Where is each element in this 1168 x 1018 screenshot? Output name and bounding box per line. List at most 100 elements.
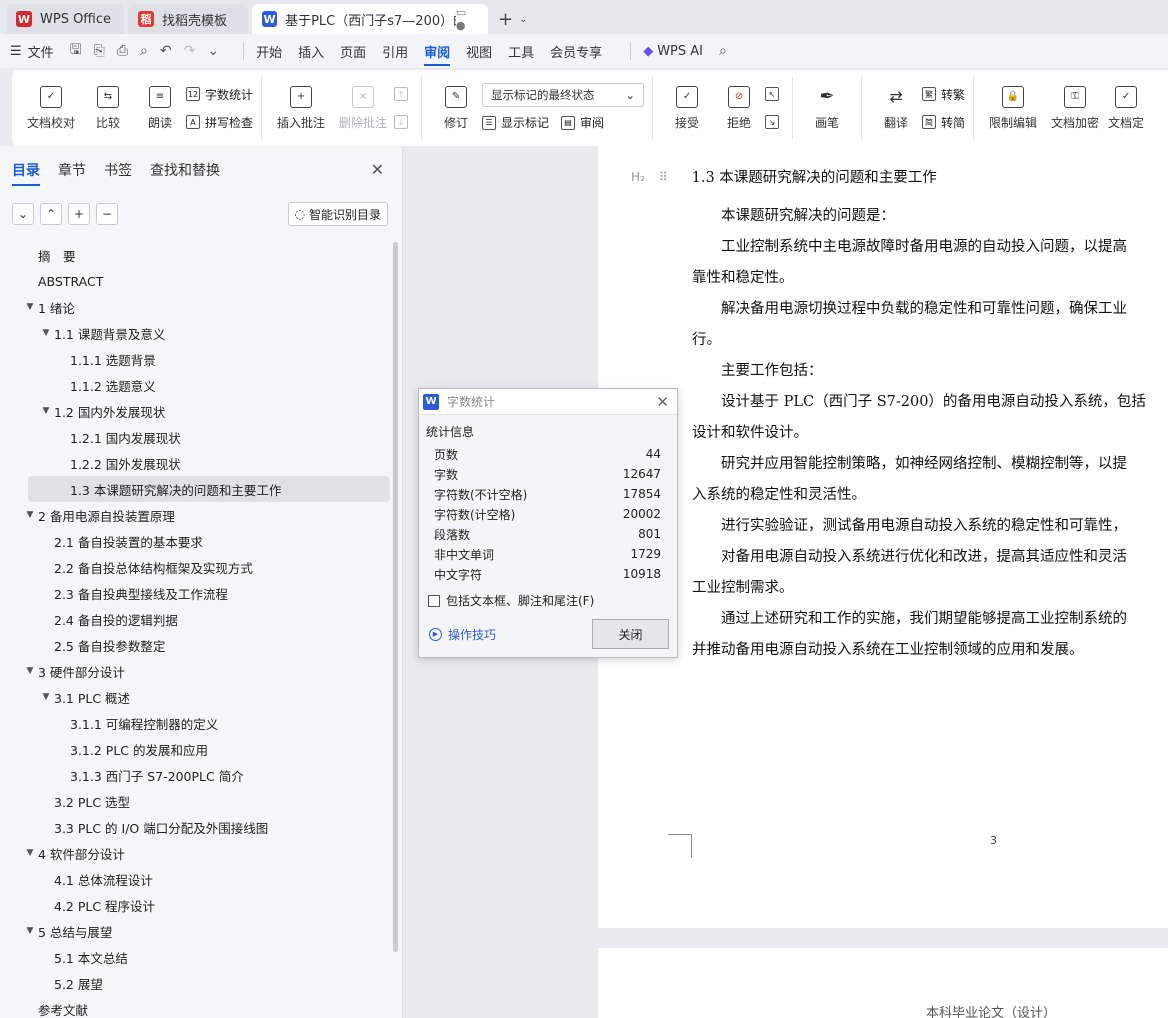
toc-item[interactable]: 3.1.3 西门子 S7-200PLC 简介 [0,762,392,788]
toc-item[interactable]: 3.2 PLC 选型 [0,788,392,814]
next-document-page[interactable] [598,948,1168,1018]
markup-state-dropdown[interactable]: 显示标记的最终状态 ⌄ [482,82,645,107]
toc-item[interactable]: ▼ 2 备用电源自投装置原理 [0,502,392,528]
toc-scrollbar[interactable] [393,242,398,952]
to-traditional-button[interactable]: 繁转繁 [922,83,965,105]
expand-caret-icon[interactable]: ▼ [22,510,38,520]
prev-comment-button[interactable]: ↑ [394,83,413,105]
menu-review[interactable]: 审阅 [424,42,451,66]
menu-references[interactable]: 引用 [382,42,408,61]
delete-comment-button[interactable]: × 删除批注 [332,78,394,138]
close-icon[interactable]: ✕ [656,393,669,411]
toc-item[interactable]: 参考文献 [0,996,392,1018]
undo-icon[interactable]: ↶ [160,43,172,59]
toc-item[interactable]: 5.2 展望 [0,970,392,996]
menu-page[interactable]: 页面 [340,42,366,61]
toc-item[interactable]: 1.3 本课题研究解决的问题和主要工作 [28,476,390,502]
redo-icon[interactable]: ↷ [184,43,196,59]
expand-caret-icon[interactable]: ▼ [22,302,38,312]
prev-change-button[interactable]: ↖ [765,83,784,105]
dialog-titlebar[interactable]: W 字数统计 [419,389,677,415]
toc-item[interactable]: 5.1 本文总结 [0,944,392,970]
tab-wps-office[interactable]: W WPS Office [6,4,124,34]
include-textboxes-checkbox[interactable]: 包括文本框、脚注和尾注(F) [419,584,677,609]
expand-caret-icon[interactable]: ▼ [22,666,38,676]
insert-comment-button[interactable]: + 插入批注 [270,78,332,138]
toc-item[interactable]: 1.2.1 国内发展现状 [0,424,392,450]
next-comment-button[interactable]: ↓ [394,111,413,133]
wps-ai-button[interactable]: ◆ WPS AI [643,44,703,59]
doc-encrypt-button[interactable]: ⚿ 文档加密 [1044,78,1106,138]
menu-tools[interactable]: 工具 [508,42,534,61]
accept-button[interactable]: ✓ 接受 [661,78,713,138]
menu-start[interactable]: 开始 [256,42,282,61]
translate-button[interactable]: ⇄ 翻译 [870,78,922,138]
doc-check-button[interactable]: ✓ 文档校对 [20,78,82,138]
save-icon[interactable]: 🖫 [70,39,82,63]
toc-item[interactable]: ABSTRACT [0,268,392,294]
word-count-button[interactable]: 12 字数统计 [186,83,253,105]
read-aloud-button[interactable]: ≡ 朗读 [134,78,186,138]
new-tab-button[interactable]: + ⌄ [492,4,533,34]
tab-docer-templates[interactable]: 稻 找稻壳模板 [128,4,248,34]
heading-level-marker[interactable]: H₂ [631,170,645,184]
toc-item[interactable]: 1.1.1 选题背景 [0,346,392,372]
nav-tab-find-replace[interactable]: 查找和替换 [150,160,220,180]
compare-button[interactable]: ⇆ 比较 [82,78,134,138]
doc-finalize-button[interactable]: ✓ 文档定 [1106,78,1146,138]
tips-link[interactable]: ▶ 操作技巧 [429,626,496,643]
review-pane-button[interactable]: 审阅 [580,114,604,131]
menu-insert[interactable]: 插入 [298,42,324,61]
toc-item[interactable]: ▼ 4 软件部分设计 [0,840,392,866]
menu-view[interactable]: 视图 [466,42,492,61]
document-page[interactable]: H₂ ⠿ 1.3 本课题研究解决的问题和主要工作 本课题研究解决的问题是： 工业… [598,146,1168,928]
search-icon[interactable]: ⌕ [719,43,727,59]
toc-item[interactable]: 1.2.2 国外发展现状 [0,450,392,476]
expand-caret-icon[interactable]: ▼ [38,406,54,416]
toc-item[interactable]: ▼ 3 硬件部分设计 [0,658,392,684]
toc-item[interactable]: ▼ 3.1 PLC 概述 [0,684,392,710]
expand-caret-icon[interactable]: ▼ [38,692,54,702]
nav-tab-sections[interactable]: 章节 [58,160,86,180]
toc-item[interactable]: ▼ 1.2 国内外发展现状 [0,398,392,424]
tab-dot-icon[interactable]: ▭ ● [456,6,478,32]
expand-caret-icon[interactable]: ▼ [22,848,38,858]
toc-item[interactable]: ▼ 1.1 课题背景及意义 [0,320,392,346]
expand-down-button[interactable]: ⌄ [12,203,34,225]
file-menu[interactable]: ☰ 文件 [10,42,54,61]
print-preview-icon[interactable]: ⌕ [140,43,148,59]
spell-check-button[interactable]: A 拼写检查 [186,111,253,133]
collapse-up-button[interactable]: ⌃ [40,203,62,225]
to-simplified-button[interactable]: 简转简 [922,111,965,133]
toc-item[interactable]: 2.3 备自投典型接线及工作流程 [0,580,392,606]
add-heading-button[interactable]: + [68,203,90,225]
checkbox-box[interactable] [428,594,440,607]
toc-item[interactable]: 摘 要 [0,242,392,268]
toc-item[interactable]: 2.1 备自投装置的基本要求 [0,528,392,554]
expand-caret-icon[interactable]: ▼ [22,926,38,936]
pen-button[interactable]: ✒ 画笔 [801,78,853,138]
toc-item[interactable]: 4.1 总体流程设计 [0,866,392,892]
close-button[interactable]: 关闭 [592,619,669,649]
toc-item[interactable]: 4.2 PLC 程序设计 [0,892,392,918]
drag-handle-icon[interactable]: ⠿ [659,170,668,184]
toc-item[interactable]: 2.2 备自投总体结构框架及实现方式 [0,554,392,580]
toc-item[interactable]: 1.1.2 选题意义 [0,372,392,398]
toc-item[interactable]: 2.4 备自投的逻辑判据 [0,606,392,632]
export-icon[interactable]: ⎘ [94,43,105,59]
print-icon[interactable]: ⎙ [117,43,128,59]
chevron-down-icon[interactable]: ⌄ [207,43,219,59]
reject-button[interactable]: ⊘ 拒绝 [713,78,765,138]
revise-button[interactable]: ✎ 修订 [430,78,482,138]
nav-tab-bookmarks[interactable]: 书签 [104,160,132,180]
expand-caret-icon[interactable]: ▼ [38,328,54,338]
toc-item[interactable]: ▼ 1 绪论 [0,294,392,320]
toc-item[interactable]: 2.5 备自投参数整定 [0,632,392,658]
toc-item[interactable]: ▼ 5 总结与展望 [0,918,392,944]
next-change-button[interactable]: ↘ [765,111,784,133]
toc-item[interactable]: 3.1.2 PLC 的发展和应用 [0,736,392,762]
tab-current-document[interactable]: W 基于PLC（西门子s7—200）的 ▭ ● [252,4,488,34]
toc-item[interactable]: 3.3 PLC 的 I/O 端口分配及外围接线图 [0,814,392,840]
smart-toc-button[interactable]: ◌ 智能识别目录 [287,202,388,226]
remove-heading-button[interactable]: − [96,203,118,225]
